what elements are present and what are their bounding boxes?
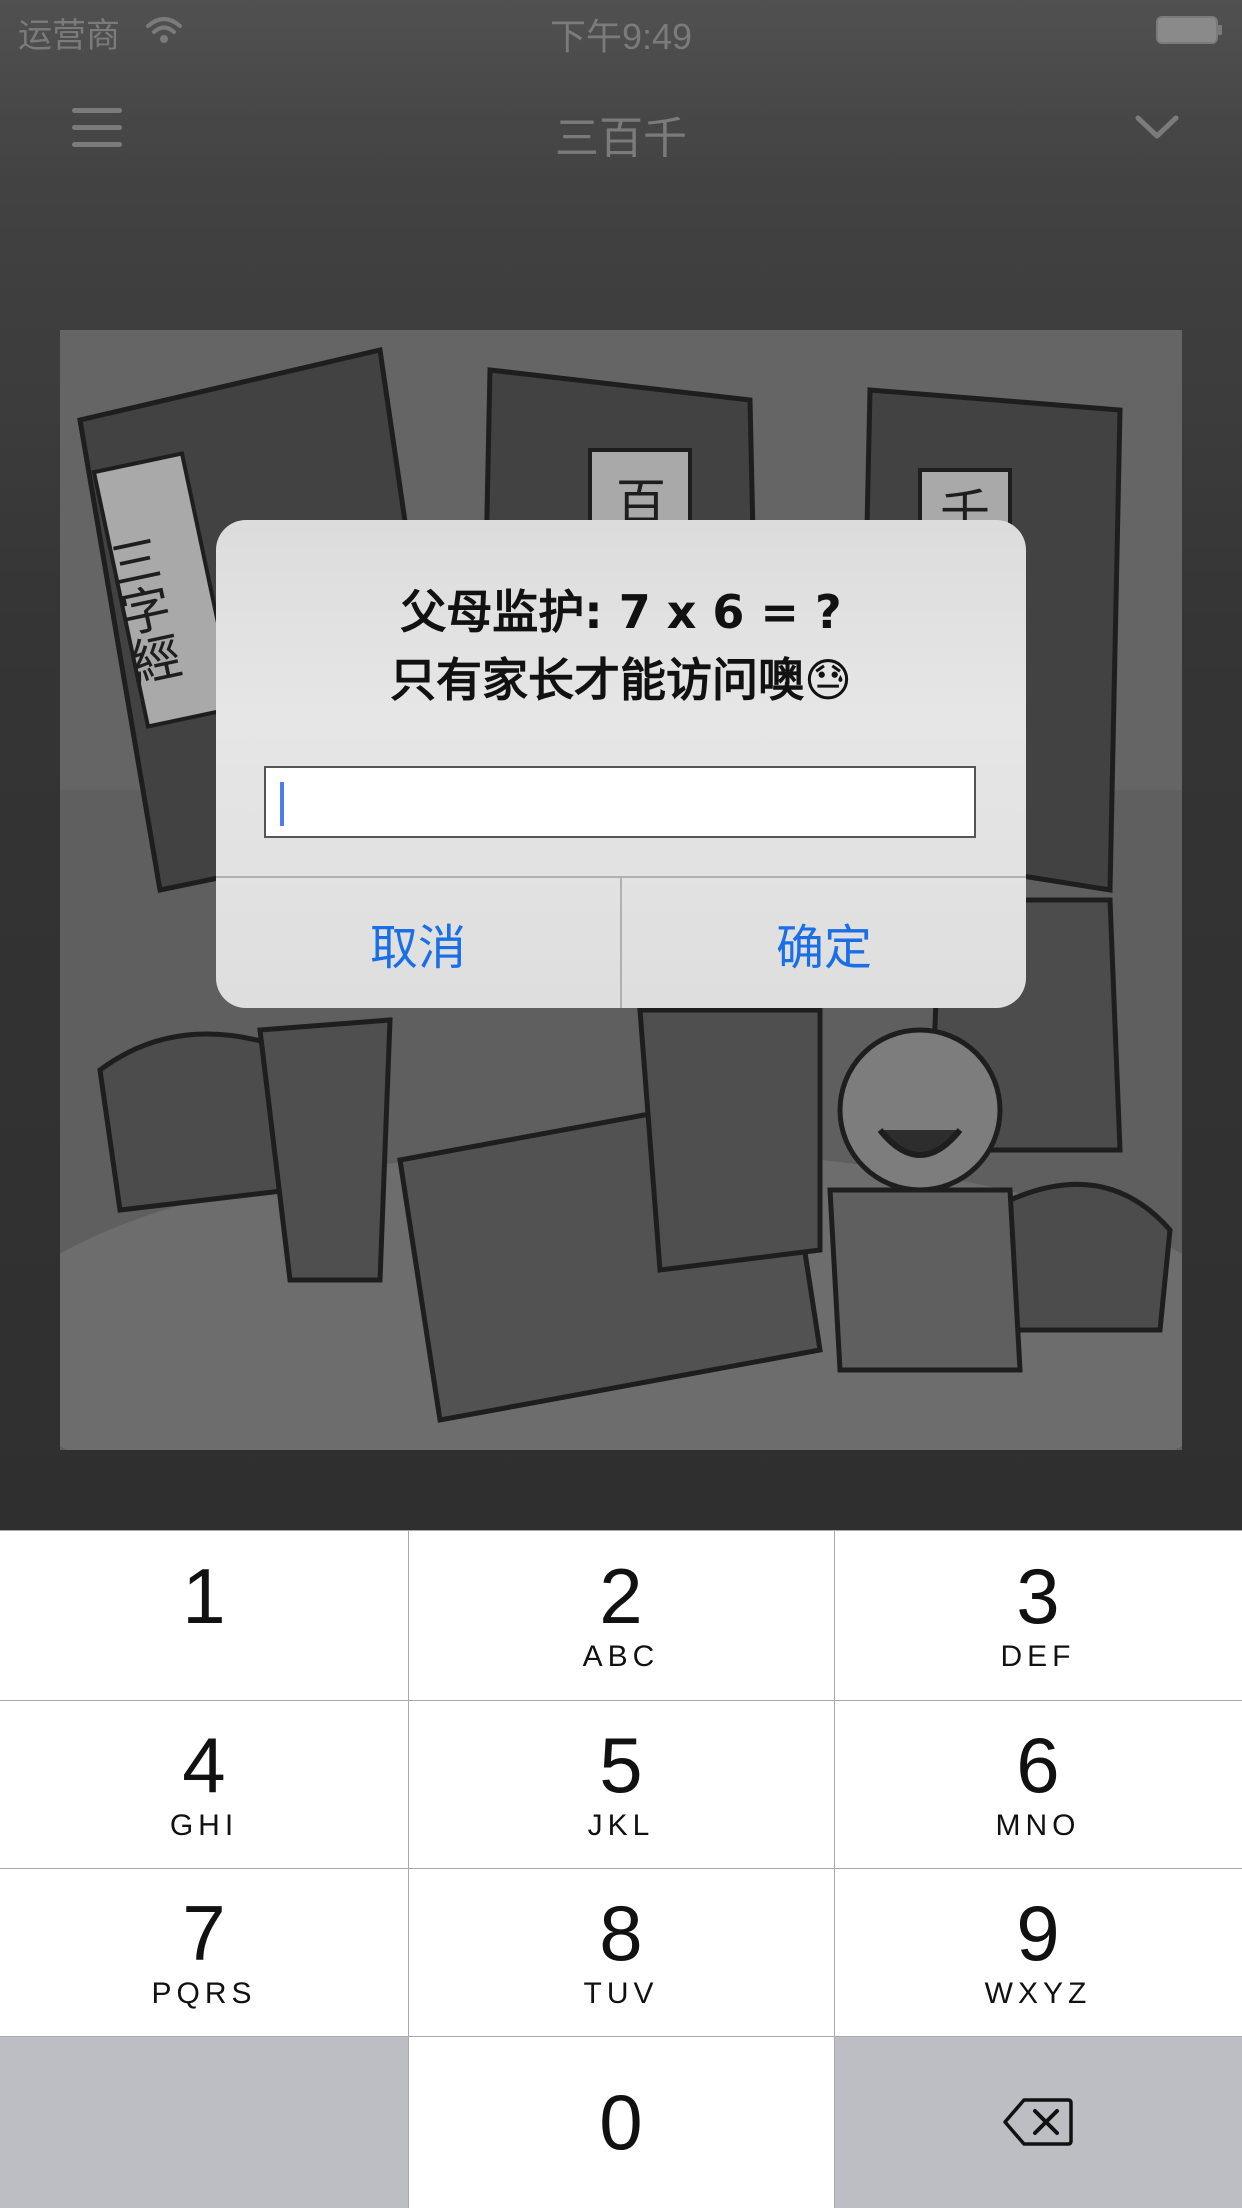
key-blank — [0, 2036, 408, 2208]
key-4[interactable]: 4 GHI — [0, 1700, 408, 1868]
parental-gate-alert: 父母监护: 7 x 6 = ? 只有家长才能访问噢😓 取消 确定 — [216, 520, 1026, 1008]
key-number: 4 — [182, 1721, 226, 1809]
keypad-separator — [0, 1530, 1242, 1531]
answer-input[interactable] — [264, 766, 976, 838]
key-number: 6 — [1016, 1721, 1060, 1809]
keypad-separator — [0, 1868, 1242, 1869]
key-number: 1 — [182, 1552, 226, 1640]
key-3[interactable]: 3 DEF — [834, 1530, 1242, 1700]
alert-title: 父母监护: 7 x 6 = ? 只有家长才能访问噢😓 — [216, 578, 1026, 714]
key-letters: MNO — [995, 1809, 1081, 1842]
delete-key[interactable] — [834, 2036, 1242, 2208]
key-7[interactable]: 7 PQRS — [0, 1868, 408, 2036]
cancel-button[interactable]: 取消 — [216, 878, 620, 1008]
key-letters: PQRS — [151, 1977, 257, 2010]
key-letters: DEF — [1000, 1640, 1076, 1673]
keypad-separator — [834, 1530, 835, 2208]
key-number: 8 — [599, 1889, 643, 1977]
key-number: 9 — [1016, 1889, 1060, 1977]
numeric-keypad: 1 2 ABC 3 DEF 4 GHI 5 JKL 6 MNO 7 PQRS 8… — [0, 1530, 1242, 2208]
key-letters: ABC — [582, 1640, 660, 1673]
key-0[interactable]: 0 — [408, 2036, 834, 2208]
key-number: 7 — [182, 1889, 226, 1977]
key-6[interactable]: 6 MNO — [834, 1700, 1242, 1868]
key-letters: TUV — [583, 1977, 659, 2010]
key-number: 3 — [1016, 1552, 1060, 1640]
key-9[interactable]: 9 WXYZ — [834, 1868, 1242, 2036]
backspace-icon — [1003, 2098, 1073, 2146]
alert-question: 父母监护: 7 x 6 = ? — [400, 585, 842, 639]
keypad-separator — [0, 1700, 1242, 1701]
key-letters: JKL — [587, 1809, 655, 1842]
key-number: 5 — [599, 1721, 643, 1809]
keypad-separator — [408, 1530, 409, 2208]
key-5[interactable]: 5 JKL — [408, 1700, 834, 1868]
alert-message: 只有家长才能访问噢😓 — [390, 653, 852, 707]
key-letters: WXYZ — [984, 1977, 1092, 2010]
key-2[interactable]: 2 ABC — [408, 1530, 834, 1700]
keypad-separator — [0, 2036, 1242, 2037]
key-letters: GHI — [169, 1809, 239, 1842]
key-8[interactable]: 8 TUV — [408, 1868, 834, 2036]
key-1[interactable]: 1 — [0, 1530, 408, 1700]
text-caret — [280, 782, 284, 826]
key-number: 0 — [599, 2078, 643, 2166]
confirm-button[interactable]: 确定 — [622, 878, 1026, 1008]
key-number: 2 — [599, 1552, 643, 1640]
